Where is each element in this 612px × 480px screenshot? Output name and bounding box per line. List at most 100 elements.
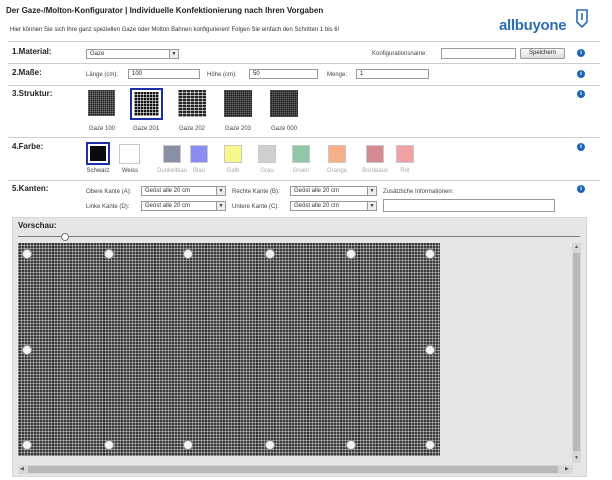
chevron-down-icon: ▼ — [169, 50, 178, 58]
rechte-kante-label: Rechte Kante (B): — [232, 189, 280, 195]
horizontal-scrollbar[interactable]: ◀ ▶ — [18, 465, 573, 474]
structure-swatch — [224, 90, 252, 117]
rechte-kante-select[interactable]: Geöst alle 20 cm ▼ — [290, 186, 377, 196]
grommet — [183, 440, 193, 450]
untere-kante-select[interactable]: Geöst alle 20 cm ▼ — [290, 201, 377, 211]
structure-swatch — [270, 90, 298, 117]
farbe-label: 4.Farbe: — [12, 142, 44, 151]
scrollbar-thumb[interactable] — [28, 466, 558, 473]
grommet — [22, 440, 32, 450]
structure-label: Gaze 202 — [178, 126, 206, 132]
zusatz-info-label: Zusätzliche Informationen: — [383, 189, 454, 195]
linke-kante-value: Geöst alle 20 cm — [145, 203, 191, 209]
grommet — [425, 345, 435, 355]
scrollbar-thumb[interactable] — [573, 253, 580, 451]
divider — [8, 41, 600, 42]
obere-kante-select[interactable]: Geöst alle 20 cm ▼ — [141, 186, 226, 196]
grommet — [104, 440, 114, 450]
divider — [8, 137, 600, 138]
color-swatch — [258, 145, 276, 163]
laenge-input[interactable]: 100 — [128, 69, 200, 79]
struktur-label: 3.Struktur: — [12, 89, 53, 98]
color-swatch — [292, 145, 310, 163]
intro-text: Hier können Sie sich Ihre ganz spezielle… — [10, 27, 340, 33]
logo-text: allbuyone — [499, 17, 567, 34]
color-swatch — [119, 144, 140, 164]
grommet — [346, 249, 356, 259]
chevron-down-icon: ▼ — [367, 202, 376, 210]
scroll-left-icon[interactable]: ◀ — [20, 466, 24, 472]
page-title: Der Gaze-/Molton-Konfigurator | Individu… — [6, 6, 324, 15]
linke-kante-select[interactable]: Geöst alle 20 cm ▼ — [141, 201, 226, 211]
color-swatch — [366, 145, 384, 163]
info-icon[interactable]: i — [577, 143, 585, 151]
color-label: Rot — [400, 168, 410, 174]
fabric-preview — [18, 243, 440, 456]
info-icon[interactable]: i — [577, 185, 585, 193]
divider — [8, 180, 600, 181]
divider — [8, 63, 600, 64]
untere-kante-label: Untere Kante (C): — [232, 204, 280, 210]
material-select[interactable]: Gaze ▼ — [86, 49, 179, 59]
grommet — [183, 249, 193, 259]
untere-kante-value: Geöst alle 20 cm — [294, 203, 340, 209]
color-label: Orange — [326, 168, 347, 174]
menge-input[interactable]: 1 — [356, 69, 429, 79]
allbuyone-logo[interactable]: allbuyone — [499, 8, 591, 38]
scroll-up-icon[interactable]: ▲ — [574, 244, 579, 250]
kanten-label: 5.Kanten: — [12, 184, 49, 193]
color-swatch — [396, 145, 414, 163]
structure-swatch — [88, 90, 115, 116]
grommet — [346, 440, 356, 450]
info-icon[interactable]: i — [577, 70, 585, 78]
masse-label: 2.Maße: — [12, 68, 42, 77]
structure-label: Gaze 000 — [270, 126, 298, 132]
vorschau-label: Vorschau: — [18, 221, 57, 230]
save-button[interactable]: Speichern — [520, 48, 565, 59]
chevron-down-icon: ▼ — [367, 187, 376, 195]
zusatz-info-input[interactable] — [383, 199, 555, 212]
color-swatch — [190, 145, 208, 163]
rechte-kante-value: Geöst alle 20 cm — [294, 188, 340, 194]
chevron-down-icon: ▼ — [216, 202, 225, 210]
material-select-value: Gaze — [90, 51, 105, 57]
zoom-slider-handle[interactable] — [61, 233, 69, 241]
grommet — [22, 249, 32, 259]
grommet — [22, 345, 32, 355]
color-swatch-selected — [86, 142, 110, 165]
info-icon[interactable]: i — [577, 49, 585, 57]
scroll-down-icon[interactable]: ▼ — [574, 455, 579, 461]
structure-label: Gaze 100 — [88, 126, 116, 132]
grommet — [104, 249, 114, 259]
linke-kante-label: Linke Kante (D): — [86, 204, 130, 210]
config-name-input[interactable] — [441, 48, 516, 59]
config-name-label: Konfigurationsname: — [372, 51, 428, 57]
color-swatch — [328, 145, 346, 163]
obere-kante-value: Geöst alle 20 cm — [145, 188, 191, 194]
logo-mark-icon — [576, 9, 588, 28]
scroll-right-icon[interactable]: ▶ — [565, 466, 569, 472]
chevron-down-icon: ▼ — [216, 187, 225, 195]
laenge-label: Länge (cm): — [86, 72, 119, 78]
vertical-scrollbar[interactable]: ▲ ▼ — [572, 243, 581, 463]
color-label: Weiss — [121, 168, 139, 174]
menge-label: Menge: — [327, 72, 348, 78]
color-label: Gruen — [292, 168, 310, 174]
hoehe-label: Höhe (cm): — [207, 72, 237, 78]
hoehe-input[interactable]: 50 — [249, 69, 318, 79]
grommet — [425, 440, 435, 450]
zoom-slider-track[interactable] — [18, 236, 580, 237]
color-swatch — [163, 145, 181, 163]
grommet — [265, 440, 275, 450]
obere-kante-label: Obere Kante (A): — [86, 189, 132, 195]
structure-swatch — [178, 90, 206, 117]
info-icon[interactable]: i — [577, 90, 585, 98]
divider — [8, 85, 600, 86]
structure-label: Gaze 203 — [224, 126, 252, 132]
grommet — [265, 249, 275, 259]
color-swatch — [224, 145, 242, 163]
material-label: 1.Material: — [12, 47, 52, 56]
structure-label: Gaze 201 — [132, 126, 160, 132]
grommet — [425, 249, 435, 259]
structure-swatch-selected — [130, 88, 163, 120]
